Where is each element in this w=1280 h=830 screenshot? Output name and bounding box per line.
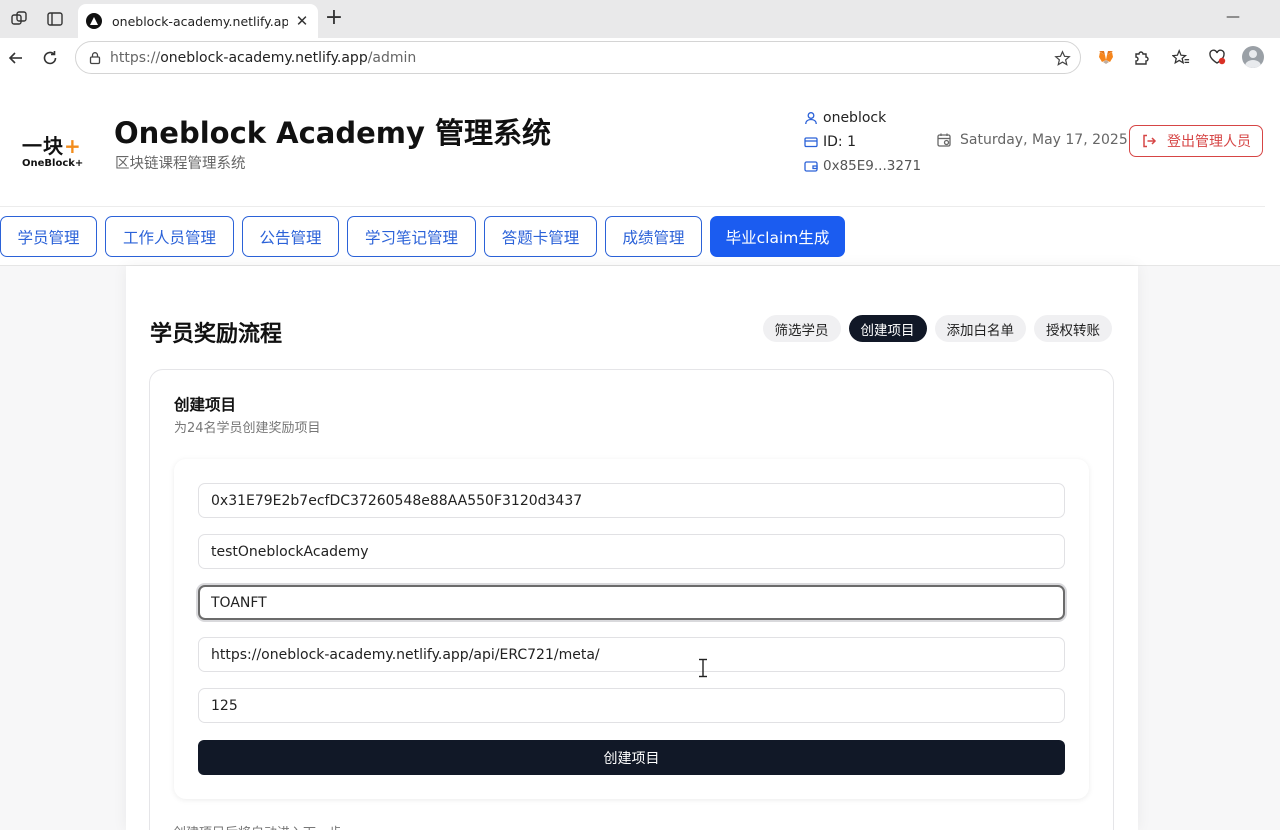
user-id: ID: 1	[823, 134, 856, 150]
extensions-puzzle-icon[interactable]	[1130, 46, 1152, 68]
amount-field[interactable]	[198, 688, 1065, 723]
user-id-row: ID: 1	[804, 130, 921, 154]
tab-actions-icon[interactable]	[44, 8, 66, 30]
workspaces-icon[interactable]	[8, 8, 30, 30]
step-add-whitelist[interactable]: 添加白名单	[934, 315, 1026, 342]
nav-tab-answer-cards[interactable]: 答题卡管理	[484, 216, 597, 257]
favorite-star-icon[interactable]	[1052, 48, 1072, 68]
reward-flow-card: 学员奖励流程 筛选学员 创建项目 添加白名单 授权转账 创建项目 为24名学员创…	[126, 266, 1138, 830]
contract-address-field[interactable]	[198, 483, 1065, 518]
step-authorize-transfer[interactable]: 授权转账	[1034, 315, 1112, 342]
wallet-icon	[804, 159, 818, 173]
site-info-icon[interactable]	[88, 51, 102, 65]
nav-tab-grades[interactable]: 成绩管理	[605, 216, 702, 257]
metamask-extension-icon[interactable]	[1095, 46, 1117, 68]
app-header: 一块+ OneBlock+ Oneblock Academy 管理系统 区块链课…	[0, 78, 1280, 266]
minimize-icon[interactable]: —	[1226, 9, 1240, 25]
oneblock-logo: 一块+ OneBlock+	[22, 134, 84, 169]
username: oneblock	[823, 110, 887, 126]
browser-address-bar: https://oneblock-academy.netlify.app/adm…	[0, 38, 1280, 78]
nav-tab-staff[interactable]: 工作人员管理	[105, 216, 234, 257]
metadata-uri-field[interactable]	[198, 637, 1065, 672]
app-title: Oneblock Academy 管理系统	[114, 116, 552, 150]
nav-tab-students[interactable]: 学员管理	[0, 216, 97, 257]
site-favicon-icon	[86, 13, 102, 29]
step-filter-students[interactable]: 筛选学员	[762, 315, 841, 342]
nav-tab-graduation-claim[interactable]: 毕业claim生成	[710, 216, 845, 257]
username-row: oneblock	[804, 106, 921, 130]
step-create-project[interactable]: 创建项目	[848, 315, 927, 342]
app-subtitle: 区块链课程管理系统	[115, 156, 246, 172]
url-text: https://oneblock-academy.netlify.app/adm…	[110, 49, 417, 66]
create-project-section: 创建项目 为24名学员创建奖励项目 创建项目	[149, 369, 1114, 830]
main-nav: 学员管理 工作人员管理 公告管理 学习笔记管理 答题卡管理 成绩管理 毕业cla…	[0, 216, 853, 258]
next-step-hint: 创建项目后将自动进入下一步	[173, 822, 342, 830]
browser-essentials-icon[interactable]	[1206, 46, 1228, 68]
section-description: 为24名学员创建奖励项目	[174, 421, 321, 436]
current-date: Saturday, May 17, 2025	[936, 132, 1128, 148]
section-title: 创建项目	[174, 396, 237, 414]
favorites-icon[interactable]	[1170, 46, 1192, 68]
url-input[interactable]: https://oneblock-academy.netlify.app/adm…	[75, 41, 1081, 74]
project-name-field[interactable]	[198, 534, 1065, 569]
reload-icon[interactable]	[38, 46, 62, 70]
new-tab-button[interactable]: +	[322, 7, 346, 31]
user-icon	[804, 111, 818, 125]
flow-steps: 筛选学员 创建项目 添加白名单 授权转账	[755, 315, 1112, 342]
create-project-button[interactable]: 创建项目	[198, 740, 1065, 775]
tab-close-icon[interactable]: ✕	[294, 12, 310, 30]
flow-title: 学员奖励流程	[150, 322, 283, 347]
id-card-icon	[804, 135, 818, 149]
logout-icon	[1141, 133, 1157, 149]
tab-title: oneblock-academy.netlify.app/ad	[112, 13, 288, 29]
token-symbol-field[interactable]	[198, 585, 1065, 620]
nav-tab-announcements[interactable]: 公告管理	[242, 216, 339, 257]
browser-tab[interactable]: oneblock-academy.netlify.app/ad ✕	[78, 4, 318, 38]
wallet-address: 0x85E9...3271	[823, 158, 922, 174]
wallet-row: 0x85E9...3271	[804, 154, 921, 178]
browser-tab-bar: oneblock-academy.netlify.app/ad ✕ + —	[0, 0, 1280, 38]
back-icon[interactable]	[4, 46, 28, 70]
create-project-form: 创建项目	[174, 459, 1089, 799]
header-divider	[0, 206, 1265, 207]
profile-avatar[interactable]	[1242, 46, 1264, 68]
user-info: oneblock ID: 1 0x85E9...3271	[804, 106, 921, 178]
logout-button[interactable]: 登出管理人员	[1129, 125, 1263, 157]
calendar-icon	[936, 132, 952, 148]
nav-tab-study-notes[interactable]: 学习笔记管理	[347, 216, 476, 257]
text-cursor-icon	[699, 658, 707, 678]
